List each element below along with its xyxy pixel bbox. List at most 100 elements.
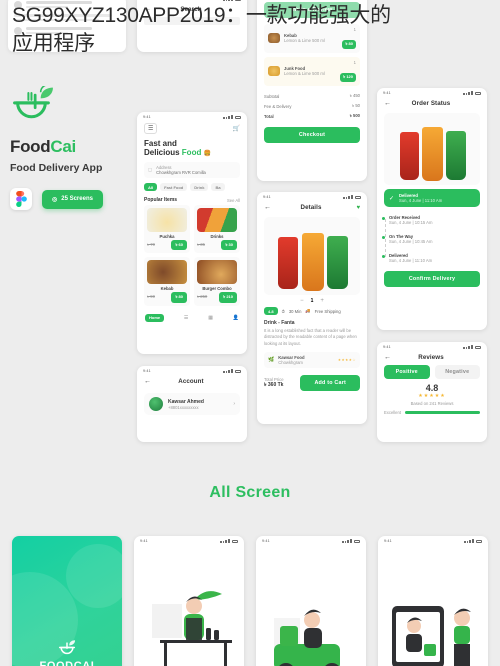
layers-icon: ◎ <box>52 196 58 203</box>
page-title: Order Status <box>411 100 451 107</box>
reviews-header: ← Reviews <box>377 350 487 365</box>
rating-score: 4.8 <box>425 383 439 393</box>
quantity-stepper[interactable]: − 1 + <box>257 298 367 304</box>
checkout-button[interactable]: Checkout <box>264 126 360 143</box>
food-item-card[interactable]: Kebab ৳ 90 ৳ 80 <box>144 257 190 306</box>
splash-background: FOODCAI <box>12 536 122 666</box>
arrow-left-icon[interactable]: ← <box>144 378 151 385</box>
tab-positive[interactable]: Positive <box>384 365 430 379</box>
status-bar: 9:41 <box>137 112 247 120</box>
status-icons <box>223 0 241 1</box>
section-heading: All Screen <box>209 483 291 501</box>
screen-splash[interactable]: FOODCAI <box>12 536 122 666</box>
app-showcase-page: 9:41 ← Search 9:41 <box>0 0 500 666</box>
food-emoji: 🍔 <box>203 151 212 157</box>
food-image <box>197 208 237 233</box>
screen-account[interactable]: 9:41 ← Account Kawsar Ahmed +8801xxxxxxx… <box>137 366 247 442</box>
brand-block: FoodCai Food Delivery App ◎ 25 Screens <box>10 83 130 211</box>
status-time: 9:41 <box>262 539 270 543</box>
screen-onboarding-3[interactable]: 9:41 <box>378 536 488 666</box>
add-to-cart-button[interactable]: Add to Cart <box>300 375 360 392</box>
arrow-left-icon[interactable]: ← <box>264 204 271 211</box>
seller-row[interactable]: 🌿 Kawsar Food Chowkhgram ★★★★☆ <box>264 352 360 369</box>
status-icons <box>463 91 481 95</box>
status-icons <box>464 539 482 543</box>
product-image <box>264 217 360 295</box>
delivered-banner: ✓ Delivered Sun, 4 June | 11:10 Am <box>384 189 480 207</box>
popular-items-grid: Puchka ৳ 70 ৳ 60 Drinks ৳ 35 ৳ 30 Kebab … <box>137 205 247 306</box>
account-header: ← Account <box>137 374 247 389</box>
food-image <box>147 260 187 285</box>
status-icons <box>223 369 241 373</box>
status-time: 9:41 <box>263 195 271 199</box>
hamburger-menu-icon[interactable]: ☰ <box>144 123 158 134</box>
see-all-link[interactable]: See All <box>227 198 240 203</box>
page-title: Details <box>300 204 322 211</box>
quantity-value: 1 <box>310 298 314 304</box>
category-chip[interactable]: Drink <box>190 183 209 192</box>
chevron-right-icon[interactable]: › <box>233 401 235 407</box>
status-time: 9:41 <box>383 91 391 95</box>
cart-summary: Subtotal ৳ 450 Fee & Delivery ৳ 50 Total… <box>264 93 360 120</box>
minus-icon[interactable]: − <box>300 298 304 304</box>
food-item-card[interactable]: Burger Combo ৳ 250 ৳ 210 <box>194 257 240 306</box>
status-bar: 9:41 <box>257 192 367 200</box>
status-time: 9:41 <box>383 345 391 349</box>
status-icons <box>220 539 238 543</box>
screen-onboarding-2[interactable]: 9:41 <box>256 536 366 666</box>
category-chip[interactable]: All <box>144 183 158 192</box>
truck-icon: 🚚 <box>305 308 311 314</box>
status-time: 9:41 <box>140 539 148 543</box>
category-chips[interactable]: All Fast Food Drink Ba <box>137 183 247 192</box>
order-product-image <box>384 113 480 185</box>
bottom-nav[interactable]: Home ☰ ▦ 👤 <box>137 309 247 327</box>
rating-badge: 4.8 <box>264 307 278 316</box>
rating-bar-row: Excellent <box>377 406 487 415</box>
screen-home[interactable]: 9:41 ☰ 🛒 Fast and Delicious Food 🍔 ◻ Add… <box>137 112 247 354</box>
timeline-step: On The Way Sun, 4 June | 10:45 Am <box>382 234 480 244</box>
page-title-overlay: SG99XYZ130APP2019：一款功能强大的 应用程序 <box>12 4 391 56</box>
screen-order-status[interactable]: 9:41 ← Order Status ✓ Delivered Sun, 4 J… <box>377 88 487 330</box>
food-item-card[interactable]: Puchka ৳ 70 ৳ 60 <box>144 205 190 254</box>
food-image <box>147 208 187 233</box>
star-icon: ★★★★★ <box>418 393 446 399</box>
status-icons <box>342 539 360 543</box>
page-title: Account <box>178 378 204 385</box>
product-description: It is a long established fact that a rea… <box>264 328 357 346</box>
food-item-card[interactable]: Drinks ৳ 35 ৳ 30 <box>194 205 240 254</box>
account-profile-row[interactable]: Kawsar Ahmed +8801xxxxxxxxx › <box>144 393 240 415</box>
tab-negative[interactable]: Negative <box>434 365 480 379</box>
arrow-left-icon[interactable]: ← <box>384 354 391 361</box>
brand-name: FoodCai <box>10 137 76 156</box>
address-field[interactable]: ◻ Address Chowkhgram RVR Comilla <box>144 162 240 178</box>
details-footer: Total Price ৳ 360 Tk Add to Cart <box>257 373 367 393</box>
check-circle-icon: ✓ <box>389 195 395 202</box>
confirm-delivery-button[interactable]: Confirm Delivery <box>384 271 480 287</box>
status-bar: 9:41 <box>256 536 366 544</box>
all-screen-section: All Screen <box>0 455 500 530</box>
grid-icon[interactable]: ▦ <box>208 315 213 321</box>
heart-icon[interactable]: ♥ <box>351 205 360 211</box>
list-icon[interactable]: ☰ <box>184 315 188 321</box>
screen-reviews[interactable]: 9:41 ← Reviews Positive Negative 4.8 ★★★… <box>377 342 487 442</box>
cart-icon[interactable]: 🛒 <box>233 125 240 132</box>
reviews-tabs[interactable]: Positive Negative <box>377 365 487 379</box>
plus-icon[interactable]: + <box>320 298 324 304</box>
location-pin-icon: ◻ <box>148 167 153 173</box>
status-time: 9:41 <box>143 369 151 373</box>
screens-count-button[interactable]: ◎ 25 Screens <box>42 189 103 209</box>
user-icon[interactable]: 👤 <box>233 315 239 321</box>
screen-details[interactable]: 9:41 ← Details ♥ − 1 + 4.8 ⏱ 30 Min 🚚 Fr… <box>257 192 367 424</box>
nav-home[interactable]: Home <box>145 313 165 322</box>
all-screens-strip: FOODCAI 9:41 9:41 9:41 <box>0 530 500 666</box>
category-chip[interactable]: Fast Food <box>160 183 188 192</box>
arrow-left-icon[interactable]: ← <box>384 100 391 107</box>
product-name: Drink - Fanta <box>264 320 295 327</box>
brand-actions: ◎ 25 Screens <box>10 188 130 211</box>
figma-icon[interactable] <box>10 188 32 211</box>
cart-item-row[interactable]: Junk Food Lemon & Lime 500 ml 1 ৳ 120 <box>264 56 360 86</box>
category-chip[interactable]: Ba <box>211 183 225 192</box>
screen-onboarding-1[interactable]: 9:41 <box>134 536 244 666</box>
status-time: 9:41 <box>143 0 151 1</box>
status-bar: 9:41 <box>377 88 487 96</box>
